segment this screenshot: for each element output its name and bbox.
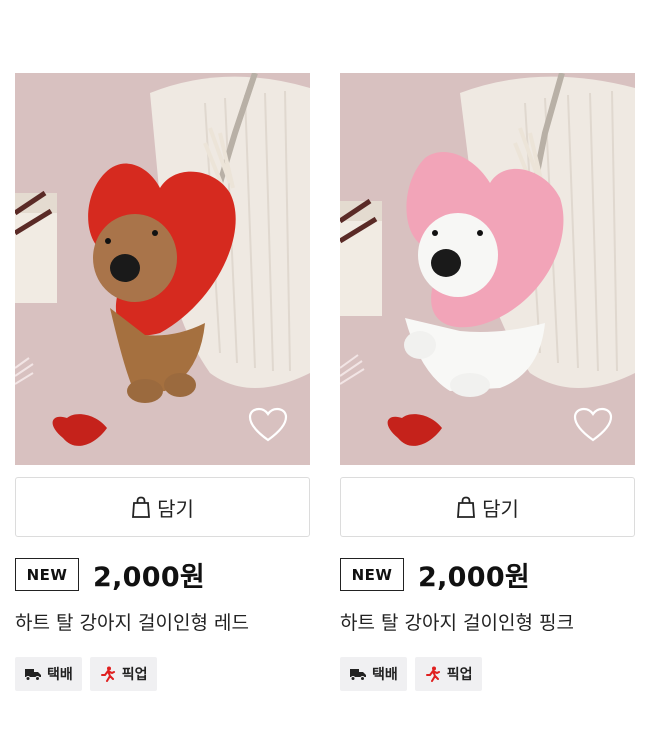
product-price: 2,000원 (418, 562, 531, 593)
product-grid: 담기 NEW 2,000원 하트 탈 강아지 걸이인형 레드 택배 픽업 담기 … (0, 0, 652, 733)
heart-wishlist-icon[interactable] (573, 407, 613, 443)
product-image[interactable] (15, 73, 310, 465)
product-image[interactable] (340, 73, 635, 465)
walking-person-icon (100, 666, 115, 682)
pickup-tag: 픽업 (414, 657, 482, 691)
price-row: NEW 2,000원 (15, 555, 310, 594)
heart-wishlist-icon[interactable] (248, 407, 288, 443)
fulfillment-tags: 택배 픽업 (340, 657, 635, 691)
delivery-tag-label: 택배 (47, 667, 73, 683)
shopping-bag-icon (132, 496, 151, 518)
walking-person-icon (425, 666, 440, 682)
cart-button-label: 담기 (482, 496, 519, 521)
fulfillment-tags: 택배 픽업 (15, 657, 310, 691)
shopping-bag-icon (457, 496, 476, 518)
delivery-tag: 택배 (15, 657, 82, 691)
delivery-truck-icon (25, 669, 41, 681)
delivery-truck-icon (350, 669, 366, 681)
add-to-cart-button[interactable]: 담기 (340, 477, 635, 537)
pickup-tag-label: 픽업 (121, 667, 148, 683)
add-to-cart-button[interactable]: 담기 (15, 477, 310, 537)
product-card[interactable]: 담기 NEW 2,000원 하트 탈 강아지 걸이인형 레드 택배 픽업 (15, 73, 310, 691)
cart-button-label: 담기 (157, 496, 194, 521)
product-title[interactable]: 하트 탈 강아지 걸이인형 레드 (15, 608, 310, 635)
product-title[interactable]: 하트 탈 강아지 걸이인형 핑크 (340, 608, 635, 635)
delivery-tag-label: 택배 (372, 667, 398, 683)
new-badge: NEW (340, 558, 404, 591)
price-row: NEW 2,000원 (340, 555, 635, 594)
product-card[interactable]: 담기 NEW 2,000원 하트 탈 강아지 걸이인형 핑크 택배 픽업 (340, 73, 635, 691)
product-price: 2,000원 (93, 562, 206, 593)
new-badge: NEW (15, 558, 79, 591)
pickup-tag: 픽업 (89, 657, 157, 691)
pickup-tag-label: 픽업 (446, 667, 473, 683)
delivery-tag: 택배 (340, 657, 407, 691)
